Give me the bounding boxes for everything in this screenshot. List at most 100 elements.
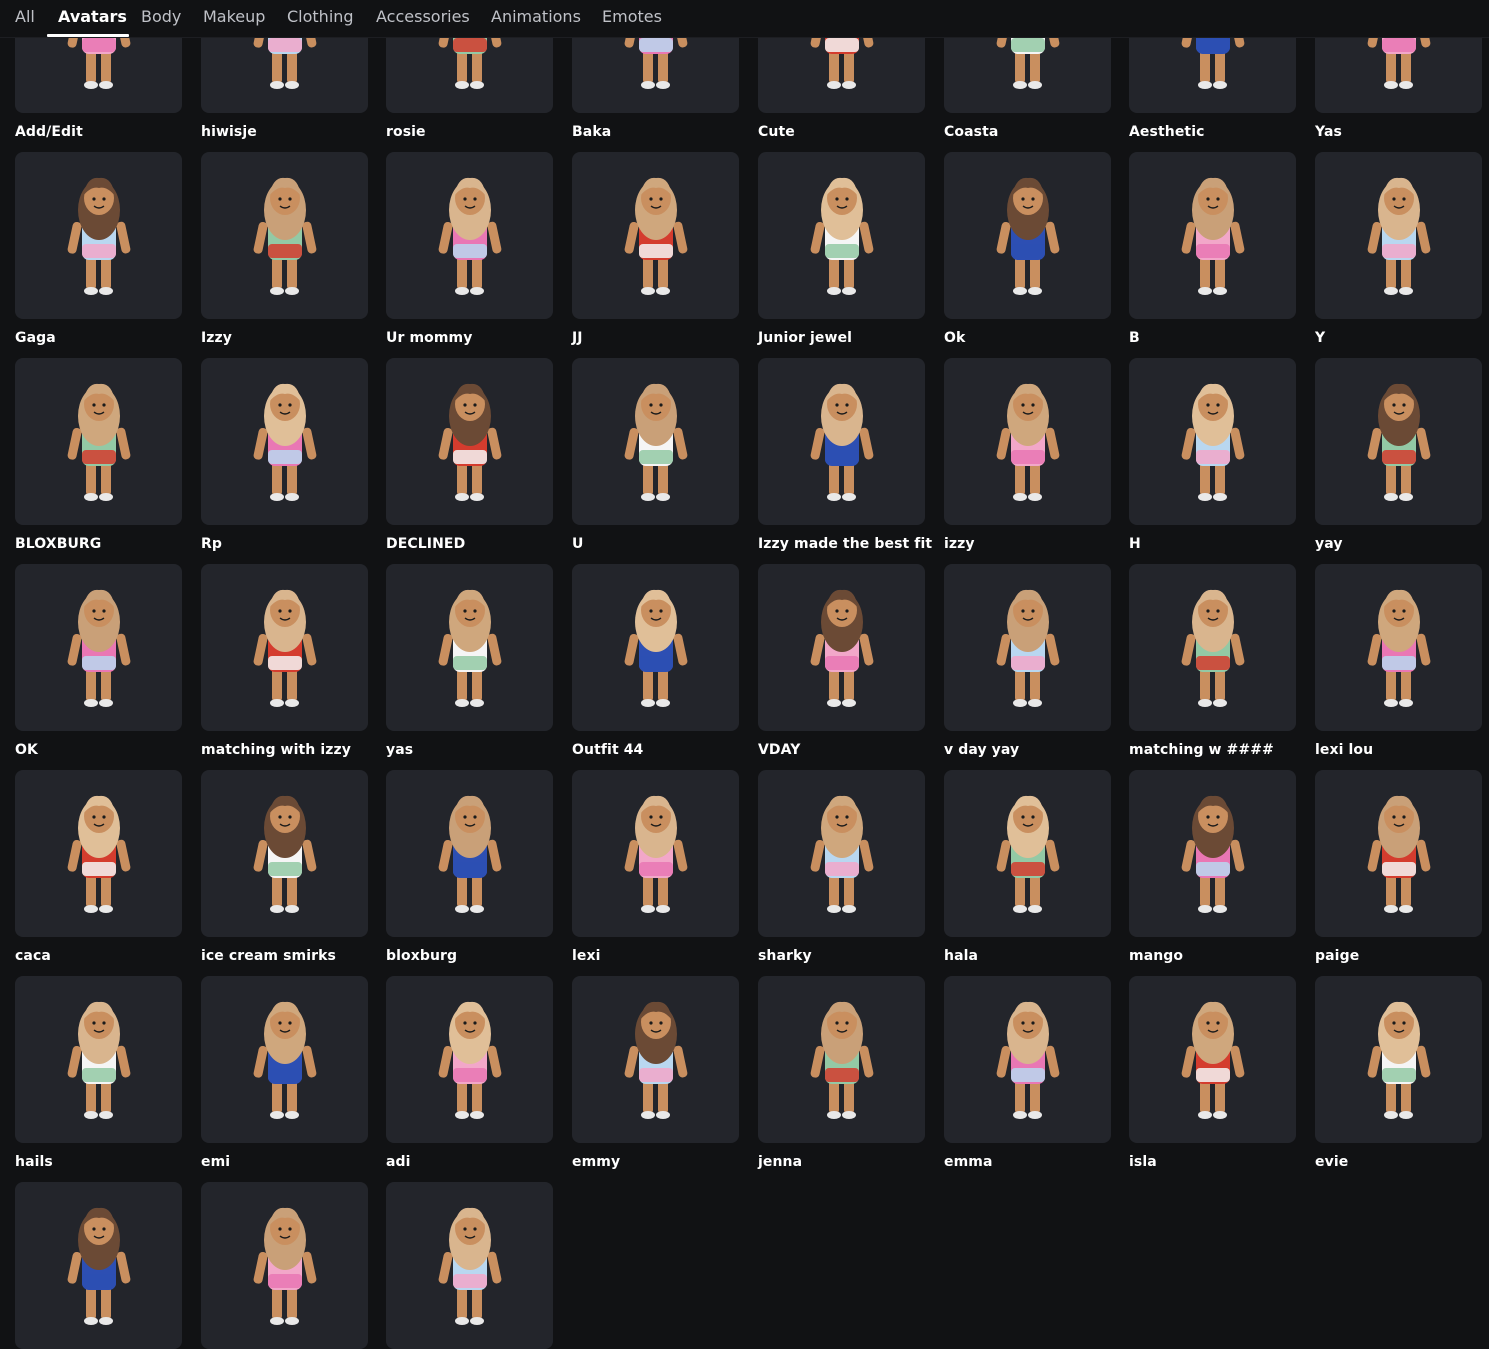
avatar-tile[interactable] bbox=[1129, 770, 1296, 937]
avatar-figure-icon bbox=[253, 383, 317, 501]
avatar-figure-icon bbox=[438, 589, 502, 707]
avatar-name-label: evie bbox=[1315, 1154, 1349, 1170]
avatar-name-label: U bbox=[572, 536, 584, 552]
avatar-figure-icon bbox=[996, 177, 1060, 295]
avatar-tile[interactable] bbox=[944, 770, 1111, 937]
avatar-grid: Add/Edit hiwisje rosie Baka Cute Coasta Aesthe… bbox=[0, 0, 1489, 1349]
avatar-figure-icon bbox=[810, 177, 874, 295]
avatar-name-label: adi bbox=[386, 1154, 411, 1170]
avatar-tile[interactable] bbox=[201, 770, 368, 937]
avatar-tile[interactable] bbox=[1129, 976, 1296, 1143]
avatar-figure-icon bbox=[253, 1207, 317, 1325]
avatar-figure-icon bbox=[1181, 589, 1245, 707]
avatar-tile[interactable] bbox=[758, 152, 925, 319]
avatar-tile[interactable] bbox=[1129, 152, 1296, 319]
avatar-name-label: Gaga bbox=[15, 330, 56, 346]
avatar-tile[interactable] bbox=[572, 358, 739, 525]
avatar-tile[interactable] bbox=[15, 770, 182, 937]
avatar-tile[interactable] bbox=[1129, 564, 1296, 731]
avatar-name-label: bloxburg bbox=[386, 948, 458, 964]
avatar-tile[interactable] bbox=[1315, 152, 1482, 319]
avatar-tile[interactable] bbox=[1315, 358, 1482, 525]
avatar-tile[interactable] bbox=[572, 152, 739, 319]
avatar-tile[interactable] bbox=[386, 152, 553, 319]
avatar-tile[interactable] bbox=[386, 1182, 553, 1349]
avatar-tile[interactable] bbox=[386, 564, 553, 731]
tab-all[interactable]: All bbox=[15, 0, 35, 35]
avatar-name-label: caca bbox=[15, 948, 51, 964]
avatar-tile[interactable] bbox=[944, 976, 1111, 1143]
avatar-name-label: hala bbox=[944, 948, 979, 964]
avatar-tile[interactable] bbox=[758, 358, 925, 525]
avatar-name-label: emma bbox=[944, 1154, 993, 1170]
avatar-figure-icon bbox=[1181, 383, 1245, 501]
avatar-tile[interactable] bbox=[572, 564, 739, 731]
avatar-tile[interactable] bbox=[758, 976, 925, 1143]
avatar-tile[interactable] bbox=[201, 564, 368, 731]
avatar-figure-icon bbox=[1367, 589, 1431, 707]
avatar-figure-icon bbox=[810, 795, 874, 913]
avatar-name-label: Ur mommy bbox=[386, 330, 473, 346]
avatar-tile[interactable] bbox=[15, 152, 182, 319]
avatar-tile[interactable] bbox=[386, 770, 553, 937]
avatar-figure-icon bbox=[67, 1207, 131, 1325]
avatar-figure-icon bbox=[996, 589, 1060, 707]
tab-avatars[interactable]: Avatars bbox=[58, 0, 127, 35]
avatar-name-label: yas bbox=[386, 742, 414, 758]
avatar-figure-icon bbox=[1367, 383, 1431, 501]
avatar-name-label: Outfit 44 bbox=[572, 742, 644, 758]
avatar-name-label: Y bbox=[1315, 330, 1326, 346]
avatar-name-label: jenna bbox=[758, 1154, 803, 1170]
tab-clothing[interactable]: Clothing bbox=[287, 0, 354, 35]
tab-emotes[interactable]: Emotes bbox=[602, 0, 662, 35]
avatar-tile[interactable] bbox=[201, 358, 368, 525]
avatar-figure-icon bbox=[1181, 795, 1245, 913]
avatar-figure-icon bbox=[438, 795, 502, 913]
avatar-tile[interactable] bbox=[944, 564, 1111, 731]
avatar-tile[interactable] bbox=[1315, 564, 1482, 731]
avatar-figure-icon bbox=[1181, 177, 1245, 295]
avatar-tile[interactable] bbox=[1129, 358, 1296, 525]
avatar-tile[interactable] bbox=[15, 358, 182, 525]
avatar-figure-icon bbox=[438, 177, 502, 295]
avatar-tile[interactable] bbox=[201, 152, 368, 319]
avatar-figure-icon bbox=[253, 1001, 317, 1119]
avatar-figure-icon bbox=[996, 1001, 1060, 1119]
avatar-tile[interactable] bbox=[758, 564, 925, 731]
avatar-tile[interactable] bbox=[758, 770, 925, 937]
avatar-tile[interactable] bbox=[572, 976, 739, 1143]
avatar-tile[interactable] bbox=[944, 152, 1111, 319]
avatar-name-label: VDAY bbox=[758, 742, 801, 758]
avatar-name-label: H bbox=[1129, 536, 1141, 552]
avatar-name-label: Add/Edit bbox=[15, 124, 83, 140]
avatar-figure-icon bbox=[624, 589, 688, 707]
avatar-tile[interactable] bbox=[944, 358, 1111, 525]
tab-makeup[interactable]: Makeup bbox=[203, 0, 265, 35]
avatar-name-label: Izzy bbox=[201, 330, 233, 346]
avatar-tile[interactable] bbox=[1315, 770, 1482, 937]
avatar-tile[interactable] bbox=[15, 564, 182, 731]
avatar-tile[interactable] bbox=[386, 976, 553, 1143]
avatar-name-label: matching w #### bbox=[1129, 742, 1274, 758]
avatar-tile[interactable] bbox=[15, 976, 182, 1143]
avatar-figure-icon bbox=[253, 177, 317, 295]
avatar-name-label: hiwisje bbox=[201, 124, 257, 140]
avatar-figure-icon bbox=[624, 795, 688, 913]
avatar-figure-icon bbox=[810, 1001, 874, 1119]
avatar-tile[interactable] bbox=[201, 1182, 368, 1349]
avatar-tile[interactable] bbox=[386, 358, 553, 525]
avatar-figure-icon bbox=[1367, 1001, 1431, 1119]
avatar-figure-icon bbox=[996, 383, 1060, 501]
avatar-tile[interactable] bbox=[1315, 976, 1482, 1143]
tab-accessories[interactable]: Accessories bbox=[376, 0, 470, 35]
avatar-tile[interactable] bbox=[572, 770, 739, 937]
avatar-figure-icon bbox=[624, 383, 688, 501]
avatar-figure-icon bbox=[810, 383, 874, 501]
active-tab-indicator bbox=[47, 34, 129, 37]
avatar-tile[interactable] bbox=[201, 976, 368, 1143]
tab-body[interactable]: Body bbox=[141, 0, 181, 35]
avatar-name-label: Junior jewel bbox=[758, 330, 853, 346]
tab-animations[interactable]: Animations bbox=[491, 0, 581, 35]
avatar-name-label: Coasta bbox=[944, 124, 999, 140]
avatar-tile[interactable] bbox=[15, 1182, 182, 1349]
